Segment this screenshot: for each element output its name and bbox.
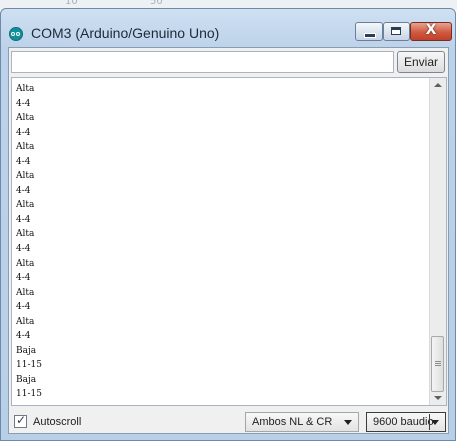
grip-line: [435, 365, 441, 366]
send-button[interactable]: Enviar: [397, 51, 445, 73]
title-bar[interactable]: COM3 (Arduino/Genuino Uno) X: [1, 9, 455, 47]
scroll-up-arrow-icon[interactable]: [434, 83, 442, 87]
baud-rate-select[interactable]: 9600 baudio: [366, 412, 446, 432]
background-number: 50: [150, 0, 163, 7]
window-title: COM3 (Arduino/Genuino Uno): [31, 25, 220, 41]
line-ending-value: Ambos NL & CR: [252, 416, 333, 428]
output-line: 4-4: [16, 127, 31, 138]
select-divider: [429, 414, 430, 430]
grip-line: [435, 363, 441, 364]
output-line: Alta: [16, 229, 35, 240]
close-button[interactable]: X: [410, 22, 452, 41]
chevron-down-icon: [344, 420, 352, 425]
vertical-scrollbar[interactable]: [429, 78, 446, 405]
background-number: 10: [65, 0, 78, 7]
autoscroll-checkbox[interactable]: ✓: [14, 413, 27, 428]
line-ending-select[interactable]: Ambos NL & CR: [245, 412, 359, 432]
scroll-down-arrow-icon[interactable]: [434, 396, 442, 400]
output-line: Alta: [16, 258, 35, 269]
output-line: Alta: [16, 200, 35, 211]
output-lines: Alta 4-4 Alta 4-4 Alta 4-4 Alta 4-4 Alta 4-4 Alta 4…: [16, 82, 428, 402]
output-line: 4-4: [16, 302, 31, 313]
grip-line: [435, 361, 441, 362]
maximize-button[interactable]: [383, 22, 410, 41]
output-line: Alta: [16, 171, 35, 182]
close-icon: X: [425, 22, 437, 38]
output-line: Alta: [16, 84, 35, 94]
minimize-icon: [364, 33, 376, 38]
serial-output[interactable]: Alta 4-4 Alta 4-4 Alta 4-4 Alta 4-4 Alta 4-4 Alta 4…: [11, 77, 447, 406]
output-line: 4-4: [16, 185, 31, 196]
minimize-button[interactable]: [355, 22, 383, 41]
output-line: 11-15: [16, 360, 42, 371]
output-line: 4-4: [16, 214, 31, 225]
output-line: 4-4: [16, 156, 31, 167]
output-line: Alta: [16, 142, 35, 153]
maximize-icon: [391, 27, 401, 35]
chevron-down-icon: [431, 420, 439, 425]
output-line: 4-4: [16, 273, 31, 284]
serial-monitor-window: COM3 (Arduino/Genuino Uno) X Enviar Alta…: [0, 8, 456, 441]
footer-bar: ✓ Autoscroll Ambos NL & CR 9600 baudio: [9, 410, 448, 434]
output-line: Alta: [16, 287, 35, 298]
output-line: 4-4: [16, 98, 31, 109]
arduino-icon: [9, 27, 23, 41]
autoscroll-label: Autoscroll: [33, 416, 82, 428]
scrollbar-thumb[interactable]: [431, 336, 444, 392]
output-line: 11-15: [16, 389, 42, 400]
output-line: Alta: [16, 316, 35, 327]
send-input[interactable]: [11, 51, 394, 73]
output-line: 4-4: [16, 331, 31, 342]
output-line: 4-4: [16, 244, 31, 255]
check-icon: ✓: [16, 413, 27, 427]
baud-rate-value: 9600 baudio: [373, 416, 434, 428]
output-line: Baja: [16, 374, 37, 385]
output-line: Baja: [16, 345, 37, 356]
output-line: Alta: [16, 113, 35, 124]
serial-monitor-client: Enviar Alta 4-4 Alta 4-4 Alta 4-4 Alta 4-4 Alta 4…: [8, 47, 449, 434]
